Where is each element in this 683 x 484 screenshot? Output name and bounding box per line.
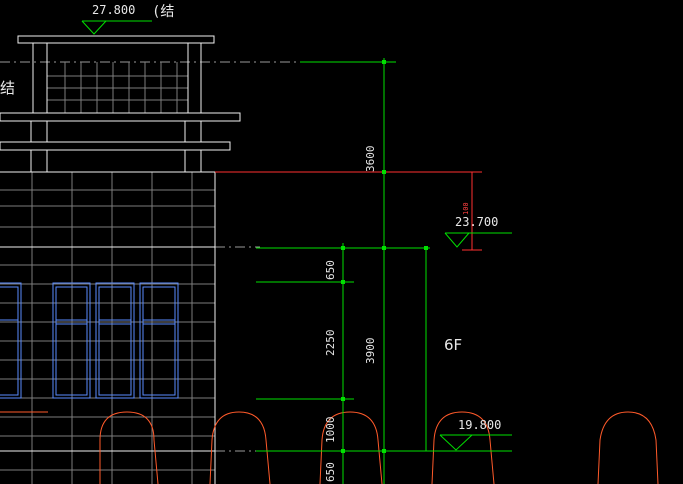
level-tag-small: 100 xyxy=(462,202,470,215)
dim-650-bottom: 650 xyxy=(324,462,337,482)
level-marker-23700 xyxy=(444,232,470,248)
facade-grid xyxy=(0,62,215,484)
level-label-23700: 23.700 xyxy=(455,215,499,229)
level-label-19800: 19.800 xyxy=(458,418,502,432)
level-label-top: 27.800 xyxy=(92,3,136,17)
floor-label-6f: 6F xyxy=(444,336,463,354)
dim-3600: 3600 xyxy=(364,145,377,173)
level-marker-19800 xyxy=(439,434,473,451)
partial-text-left: 结 xyxy=(0,79,16,97)
dim-3900: 3900 xyxy=(364,337,377,365)
dim-2250: 2250 xyxy=(324,329,337,357)
dim-650-top: 650 xyxy=(324,260,337,280)
level-marker-top xyxy=(81,20,107,35)
partial-text-top: (结 xyxy=(152,4,175,20)
dim-1000: 1000 xyxy=(324,416,337,444)
extension-lines xyxy=(0,61,300,452)
cad-drawing-canvas[interactable] xyxy=(0,0,683,484)
red-dimension xyxy=(215,171,482,251)
